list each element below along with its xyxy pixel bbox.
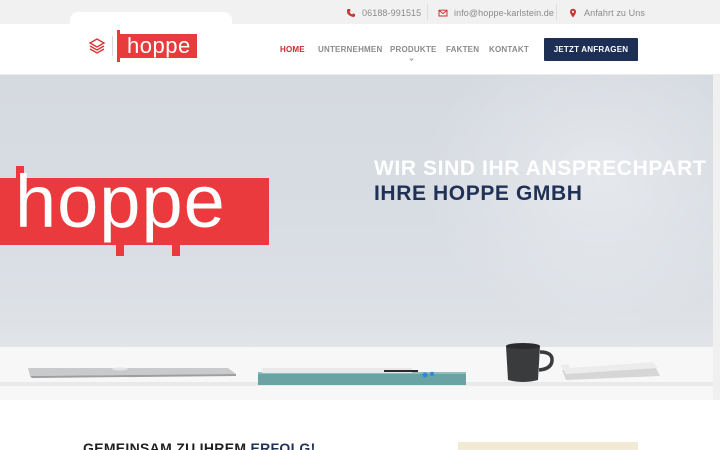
section-title: GEMEINSAM ZU IHREM ERFOLG! [83,440,316,450]
nav-home[interactable]: HOME [280,45,305,54]
nav-produkte[interactable]: PRODUKTE [390,45,437,61]
layers-icon [88,38,106,54]
mail-icon [438,9,448,17]
hero-headline-line1: WIR SIND IHR ANSPRECHPART [374,157,707,180]
nav-kontakt[interactable]: KONTAKT [489,45,529,54]
page: 06188-991515 info@hoppe-karlstein.de Anf… [0,0,720,450]
main-header: hoppe HOME UNTERNEHMEN PRODUKTE FAKTEN K… [0,24,720,75]
hero-banner: hoppe WIR SIND IHR ANSPRECHPART IHRE HOP… [0,75,713,400]
divider [427,4,428,20]
phone-icon [347,9,355,17]
nav-unternehmen[interactable]: UNTERNEHMEN [318,45,382,54]
desk-scene-illustration [28,343,660,385]
hero-headline-line2: IHRE HOPPE GMBH [374,182,583,205]
map-pin-icon [570,8,576,18]
scrollbar[interactable] [713,75,720,400]
email-address: info@hoppe-karlstein.de [454,8,554,18]
logo-divider [112,36,113,56]
logo-text: hoppe [127,33,191,58]
email-link[interactable]: info@hoppe-karlstein.de [438,6,554,20]
directions-link[interactable]: Anfahrt zu Uns [568,6,645,20]
section-title-part2: ERFOLG! [250,440,316,450]
site-logo[interactable]: hoppe [88,30,197,62]
logo-wordmark: hoppe [117,30,197,62]
logo-accent [117,30,120,62]
side-card [458,442,638,450]
chevron-down-icon [409,58,414,61]
section-title-part1: GEMEINSAM ZU IHREM [83,440,251,450]
directions-label: Anfahrt zu Uns [584,8,645,18]
nav-fakten[interactable]: FAKTEN [446,45,479,54]
request-quote-button[interactable]: JETZT ANFRAGEN [544,38,638,61]
nav-produkte-label: PRODUKTE [390,45,437,54]
phone-link[interactable]: 06188-991515 [346,6,421,20]
phone-number: 06188-991515 [362,8,422,18]
hero-logo-text: hoppe [15,160,226,243]
divider [556,4,557,20]
